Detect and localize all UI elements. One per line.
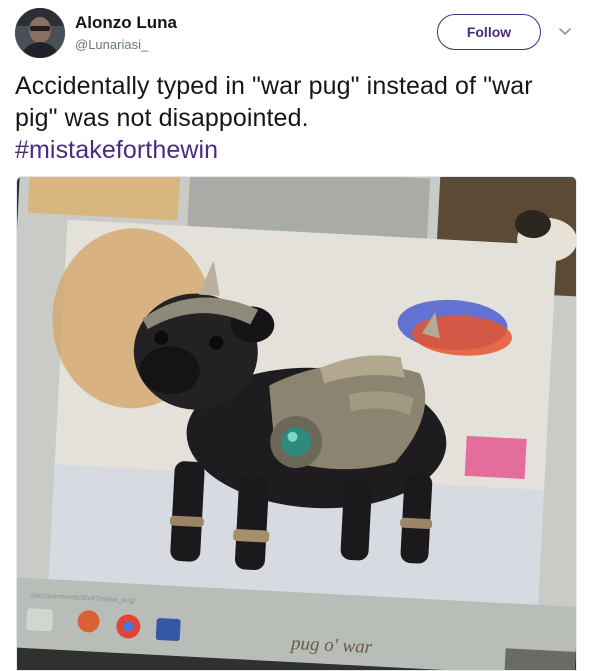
- photo-caption: pug o' war: [290, 632, 373, 659]
- user-names: Alonzo Luna @Lunariasi_: [75, 13, 177, 55]
- screen-name[interactable]: @Lunariasi_: [75, 35, 177, 55]
- tweet-card: Alonzo Luna @Lunariasi_ Follow Accidenta…: [0, 0, 591, 671]
- chevron-down-icon[interactable]: [555, 22, 575, 42]
- display-name[interactable]: Alonzo Luna: [75, 13, 177, 33]
- avatar[interactable]: [15, 8, 65, 58]
- follow-button[interactable]: Follow: [437, 14, 541, 50]
- tweet-header: Alonzo Luna @Lunariasi_ Follow: [15, 8, 580, 58]
- tweet-photo[interactable]: /pics/comments/3h4t7m/war_pug/ pug o' wa…: [16, 176, 577, 671]
- tweet-body: Accidentally typed in "war pug" instead …: [15, 72, 533, 132]
- tweet-text: Accidentally typed in "war pug" instead …: [15, 70, 575, 166]
- hashtag-link[interactable]: #mistakeforthewin: [15, 134, 575, 166]
